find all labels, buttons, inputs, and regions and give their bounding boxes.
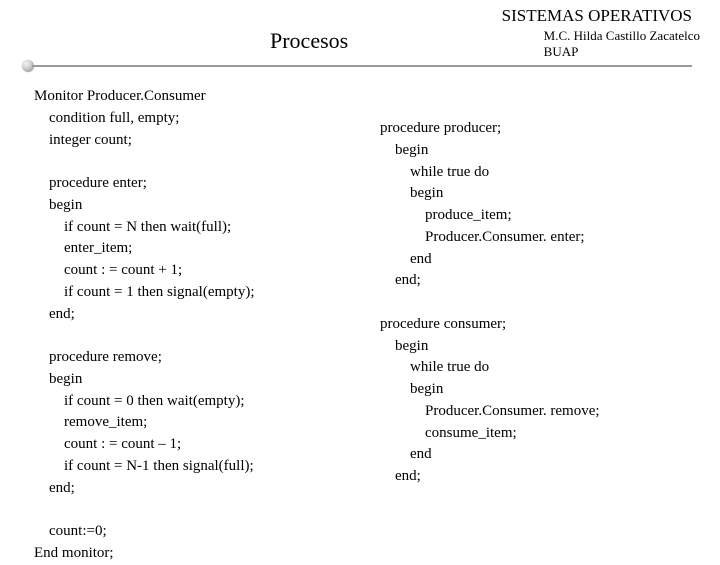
code-left-column: Monitor Producer.Consumer condition full… — [34, 86, 255, 565]
section-title: Procesos — [270, 28, 348, 54]
code-right-column: procedure producer; begin while true do … — [380, 118, 600, 488]
author-block: M.C. Hilda Castillo Zacatelco BUAP — [544, 28, 700, 61]
author-affiliation: BUAP — [544, 44, 700, 60]
divider-line — [32, 65, 692, 67]
divider-rule — [22, 60, 692, 70]
author-name: M.C. Hilda Castillo Zacatelco — [544, 28, 700, 44]
course-title: SISTEMAS OPERATIVOS — [502, 6, 692, 26]
